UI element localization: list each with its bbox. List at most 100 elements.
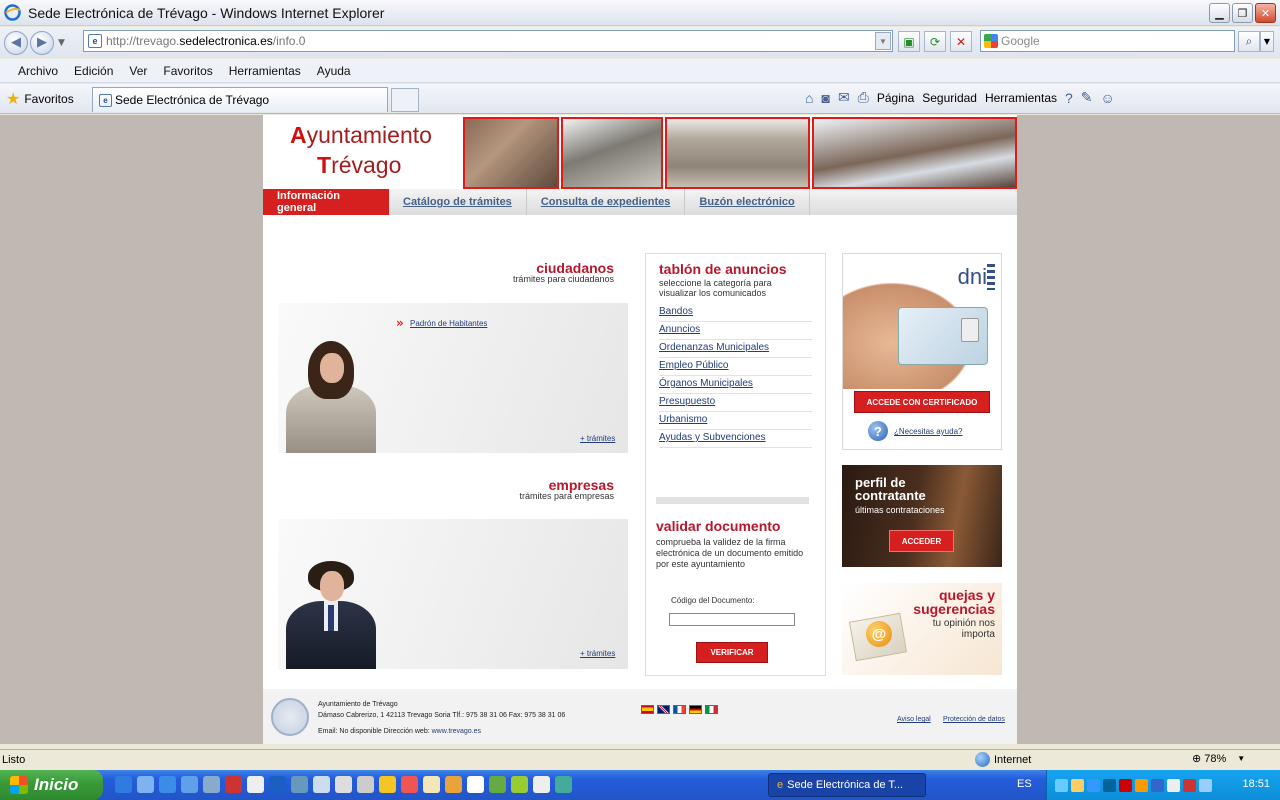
aviso-legal-link[interactable]: Aviso legal xyxy=(897,716,931,723)
new-tab-button[interactable] xyxy=(391,88,419,112)
quicklaunch-icon[interactable] xyxy=(555,776,572,793)
quicklaunch-icon[interactable] xyxy=(423,776,440,793)
forward-button[interactable]: ▶ xyxy=(30,30,54,55)
tray-icon[interactable] xyxy=(1183,778,1196,792)
quicklaunch-icon[interactable] xyxy=(203,776,220,793)
url-input[interactable]: e http://trevago. sedelectronica.es/info.… xyxy=(83,30,893,52)
quicklaunch-icon[interactable] xyxy=(467,776,484,793)
menu-ver[interactable]: Ver xyxy=(129,64,147,78)
quicklaunch-icon[interactable] xyxy=(401,776,418,793)
stop-icon[interactable]: ✕ xyxy=(950,31,972,52)
security-zone[interactable]: Internet xyxy=(975,752,1031,767)
zoom-control[interactable]: ⊕ 78% ▼ xyxy=(1192,752,1245,766)
research-icon[interactable]: ✎ xyxy=(1081,89,1093,106)
tablon-link-ordenanzas[interactable]: Ordenanzas Municipales xyxy=(659,340,812,358)
quicklaunch-icon[interactable] xyxy=(489,776,506,793)
menu-archivo[interactable]: Archivo xyxy=(18,64,58,78)
nav-informacion-general[interactable]: Información general xyxy=(263,189,389,215)
quicklaunch-icon[interactable] xyxy=(269,776,286,793)
search-icon[interactable]: ⌕ xyxy=(1238,31,1260,52)
tablon-link-empleo[interactable]: Empleo Público xyxy=(659,358,812,376)
refresh-icon[interactable]: ⟳ xyxy=(924,31,946,52)
quejas-sugerencias-banner[interactable]: @ quejas y sugerencias tu opinión nos im… xyxy=(842,583,1002,675)
tablon-link-presupuesto[interactable]: Presupuesto xyxy=(659,394,812,412)
quicklaunch-icon[interactable] xyxy=(313,776,330,793)
quicklaunch-icon[interactable] xyxy=(533,776,550,793)
quicklaunch-icon[interactable] xyxy=(335,776,352,793)
favorites-button[interactable]: ★ Favoritos xyxy=(6,89,74,109)
minimize-button[interactable]: ▁ xyxy=(1209,3,1230,23)
tray-icon[interactable] xyxy=(1087,778,1100,792)
tablon-link-ayudas[interactable]: Ayudas y Subvenciones xyxy=(659,430,812,448)
tray-volume-icon[interactable] xyxy=(1167,778,1180,792)
tray-icon[interactable] xyxy=(1103,778,1116,792)
quicklaunch-icon[interactable] xyxy=(379,776,396,793)
flag-it-icon[interactable] xyxy=(705,705,718,714)
security-menu[interactable]: Seguridad xyxy=(922,91,977,105)
flag-es-icon[interactable] xyxy=(641,705,654,714)
document-code-input[interactable] xyxy=(669,613,795,626)
restore-button[interactable]: ❐ xyxy=(1232,3,1253,23)
nav-catalogo-tramites[interactable]: Catálogo de trámites xyxy=(389,189,527,215)
feeds-icon[interactable]: ◙ xyxy=(821,90,829,106)
nav-consulta-expedientes[interactable]: Consulta de expedientes xyxy=(527,189,686,215)
menu-edicion[interactable]: Edición xyxy=(74,64,113,78)
start-button[interactable]: Inicio xyxy=(0,770,103,800)
close-window-button[interactable]: ✕ xyxy=(1255,3,1276,23)
zoom-dropdown-icon[interactable]: ▼ xyxy=(1237,754,1245,763)
verificar-button[interactable]: VERIFICAR xyxy=(696,642,768,663)
tablon-link-bandos[interactable]: Bandos xyxy=(659,304,812,322)
tablon-link-urbanismo[interactable]: Urbanismo xyxy=(659,412,812,430)
browser-tab[interactable]: e Sede Electrónica de Trévago xyxy=(92,87,388,112)
search-options-icon[interactable]: ▼ xyxy=(1260,31,1274,52)
dni-banner[interactable]: dni ACCEDE CON CERTIFICADO ? ¿Necesitas … xyxy=(842,253,1002,450)
page-menu[interactable]: Página xyxy=(877,91,914,105)
tablon-link-organos[interactable]: Órganos Municipales xyxy=(659,376,812,394)
link-mas-tramites-empresas[interactable]: + trámites xyxy=(580,649,615,658)
flag-de-icon[interactable] xyxy=(689,705,702,714)
tray-icon[interactable] xyxy=(1119,778,1132,792)
nav-buzon-electronico[interactable]: Buzón electrónico xyxy=(685,189,810,215)
quicklaunch-icon[interactable] xyxy=(357,776,374,793)
quicklaunch-icon[interactable] xyxy=(511,776,528,793)
tray-icon[interactable] xyxy=(1151,778,1164,792)
help-icon[interactable]: ? xyxy=(1065,90,1073,106)
url-dropdown-icon[interactable]: ▼ xyxy=(875,32,891,50)
accede-certificado-button[interactable]: ACCEDE CON CERTIFICADO xyxy=(854,391,990,413)
acceder-button[interactable]: ACCEDER xyxy=(889,530,954,552)
site-logo[interactable]: Ayuntamiento Trévago xyxy=(263,115,463,189)
messenger-icon[interactable]: ☺ xyxy=(1101,90,1115,106)
tools-menu[interactable]: Herramientas xyxy=(985,91,1057,105)
quicklaunch-icon[interactable] xyxy=(181,776,198,793)
flag-en-icon[interactable] xyxy=(657,705,670,714)
print-icon[interactable]: ⎙ xyxy=(858,89,869,106)
language-indicator[interactable]: ES xyxy=(1017,778,1032,790)
proteccion-datos-link[interactable]: Protección de datos xyxy=(943,716,1005,723)
perfil-contratante-banner[interactable]: perfil de contratante últimas contrataci… xyxy=(842,465,1002,567)
help-question-icon[interactable]: ? xyxy=(868,421,888,441)
quicklaunch-icon[interactable] xyxy=(159,776,176,793)
link-padron-habitantes[interactable]: Padrón de Habitantes xyxy=(410,319,487,328)
quicklaunch-icon[interactable] xyxy=(445,776,462,793)
menu-herramientas[interactable]: Herramientas xyxy=(229,64,301,78)
compat-view-icon[interactable]: ▣ xyxy=(898,31,920,52)
quicklaunch-icon[interactable] xyxy=(225,776,242,793)
menu-favoritos[interactable]: Favoritos xyxy=(163,64,212,78)
tray-network-icon[interactable] xyxy=(1055,778,1068,792)
home-icon[interactable]: ⌂ xyxy=(805,90,813,106)
history-dropdown-icon[interactable]: ▼ xyxy=(58,38,65,48)
flag-fr-icon[interactable] xyxy=(673,705,686,714)
quicklaunch-icon[interactable] xyxy=(291,776,308,793)
quicklaunch-ie-icon[interactable] xyxy=(115,776,132,793)
quicklaunch-icon[interactable] xyxy=(137,776,154,793)
menu-ayuda[interactable]: Ayuda xyxy=(317,64,351,78)
necesitas-ayuda-link[interactable]: ¿Necesitas ayuda? xyxy=(894,427,962,436)
footer-web-link[interactable]: www.trevago.es xyxy=(432,728,481,735)
link-mas-tramites-ciudadanos[interactable]: + trámites xyxy=(580,434,615,443)
tray-icon[interactable] xyxy=(1135,778,1148,792)
tray-icon[interactable] xyxy=(1071,778,1084,792)
back-button[interactable]: ◀ xyxy=(4,30,28,55)
tablon-link-anuncios[interactable]: Anuncios xyxy=(659,322,812,340)
tray-icon[interactable] xyxy=(1199,778,1212,792)
mail-icon[interactable]: ✉ xyxy=(838,89,850,106)
